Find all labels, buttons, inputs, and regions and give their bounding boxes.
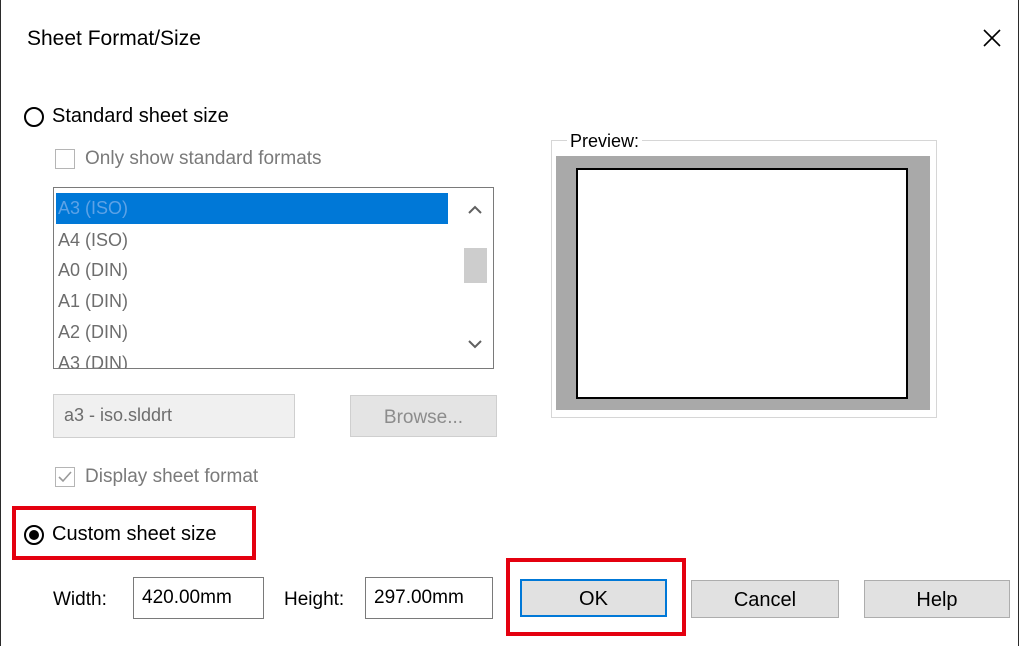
only-standard-formats-label: Only show standard formats	[85, 148, 322, 169]
height-input[interactable]: 297.00mm	[365, 577, 493, 619]
list-item[interactable]: A2 (DIN)	[56, 317, 448, 348]
help-button[interactable]: Help	[864, 580, 1010, 618]
close-button[interactable]	[972, 18, 1012, 58]
scroll-down-icon[interactable]	[466, 337, 484, 351]
preview-label: Preview:	[567, 131, 643, 152]
display-sheet-format-label: Display sheet format	[85, 466, 259, 487]
standard-sheet-size-label: Standard sheet size	[52, 105, 229, 127]
list-item[interactable]: A4 (ISO)	[56, 225, 448, 256]
close-icon	[983, 29, 1001, 47]
sheet-size-listbox[interactable]: A3 (ISO) A4 (ISO) A0 (DIN) A1 (DIN) A2 (…	[53, 187, 494, 369]
dialog-title: Sheet Format/Size	[27, 27, 201, 50]
scroll-thumb[interactable]	[464, 248, 487, 283]
display-format-checkbox-box	[55, 467, 75, 487]
list-item[interactable]: A3 (DIN)	[56, 348, 448, 368]
width-input[interactable]: 420.00mm	[133, 577, 264, 619]
title-bar: Sheet Format/Size	[1, 0, 1018, 80]
custom-sheet-size-label: Custom sheet size	[52, 523, 217, 545]
list-item[interactable]: A1 (DIN)	[56, 286, 448, 317]
only-standard-checkbox-box	[55, 149, 75, 169]
browse-button[interactable]: Browse...	[350, 395, 497, 437]
standard-sheet-size-radio[interactable]: Standard sheet size	[24, 105, 229, 128]
radio-selected-dot	[29, 529, 39, 540]
list-item[interactable]: A0 (DIN)	[56, 255, 448, 286]
sheet-format-file-field: a3 - iso.slddrt	[53, 394, 295, 438]
list-item-selected[interactable]: A3 (ISO)	[56, 193, 448, 224]
display-sheet-format-checkbox[interactable]: Display sheet format	[55, 466, 258, 488]
custom-sheet-size-radio[interactable]: Custom sheet size	[24, 523, 217, 546]
sheet-format-dialog: Sheet Format/Size Standard sheet size On…	[0, 0, 1019, 646]
checkmark-icon	[58, 471, 72, 483]
custom-radio-circle	[24, 524, 44, 545]
only-standard-formats-checkbox[interactable]: Only show standard formats	[55, 148, 322, 170]
preview-sheet	[576, 168, 908, 399]
standard-radio-circle	[24, 106, 44, 127]
scroll-up-icon[interactable]	[466, 203, 484, 217]
width-label: Width:	[53, 589, 107, 610]
height-label: Height:	[284, 589, 345, 610]
cancel-button[interactable]: Cancel	[691, 580, 839, 618]
ok-button[interactable]: OK	[520, 579, 667, 617]
list-scrollbar[interactable]	[458, 189, 492, 367]
